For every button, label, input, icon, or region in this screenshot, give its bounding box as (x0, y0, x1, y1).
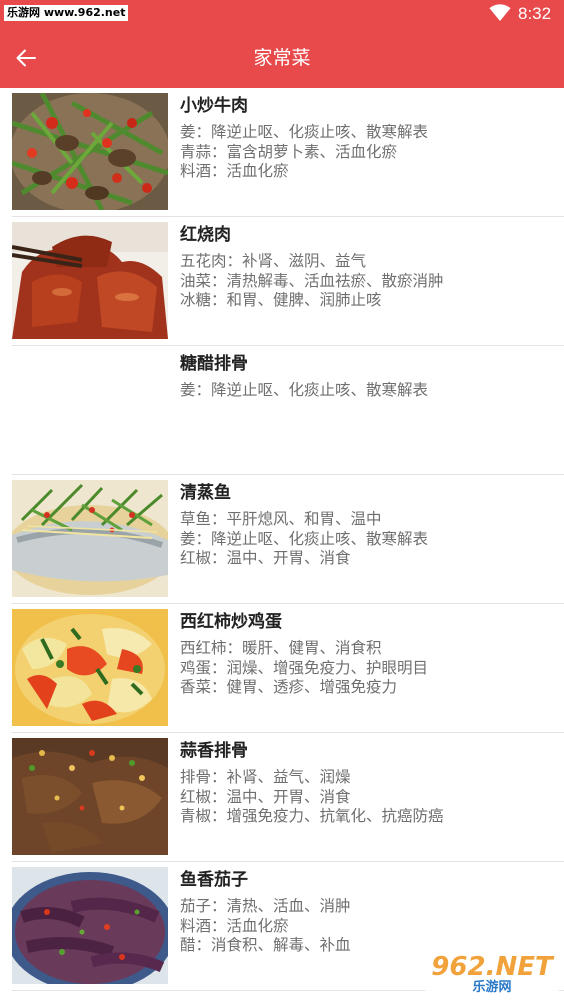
effect-line: 青蒜：富含胡萝卜素、活血化瘀 (180, 142, 398, 161)
list-item[interactable]: 清蒸鱼 草鱼：平肝熄风、和胃、温中 姜：降逆止呕、化痰止咳、散寒解表 红椒：温中… (0, 475, 564, 604)
dish-effects: 姜：降逆止呕、化痰止咳、散寒解表 (180, 381, 428, 401)
dish-name: 红烧肉 (180, 225, 231, 245)
stir-fried-beef-photo (12, 93, 168, 210)
dish-effects: 姜：降逆止呕、化痰止咳、散寒解表 青蒜：富含胡萝卜素、活血化瘀 料酒：活血化瘀 (180, 123, 428, 182)
dish-name: 小炒牛肉 (180, 96, 248, 116)
effect-line: 料酒：活血化瘀 (180, 162, 289, 180)
effect-line: 姜：降逆止呕、化痰止咳、散寒解表 (180, 529, 429, 548)
effect-line: 茄子：清热、活血、消肿 (180, 897, 351, 915)
garlic-ribs-photo (12, 738, 168, 855)
effect-line: 香菜：健胃、透疹、增强免疫力 (180, 678, 398, 696)
watermark-number: 962.NET (431, 952, 553, 982)
effect-line: 料酒：活血化瘀 (180, 916, 289, 935)
recipe-list: 小炒牛肉 姜：降逆止呕、化痰止咳、散寒解表 青蒜：富含胡萝卜素、活血化瘀 料酒：… (0, 88, 564, 991)
effect-line: 醋：消食积、解毒、补血 (180, 936, 351, 954)
eggplant-photo (12, 867, 168, 984)
status-clock: 8:32 (518, 4, 552, 23)
page-title: 家常菜 (253, 47, 311, 69)
effect-line: 姜：降逆止呕、化痰止咳、散寒解表 (180, 123, 429, 141)
list-item[interactable]: 小炒牛肉 姜：降逆止呕、化痰止咳、散寒解表 青蒜：富含胡萝卜素、活血化瘀 料酒：… (0, 88, 564, 217)
dish-effects: 排骨：补肾、益气、润燥 红椒：温中、开胃、消食 青椒：增强免疫力、抗氧化、抗癌防… (180, 768, 444, 827)
wifi-icon (489, 4, 511, 21)
effect-line: 油菜：清热解毒、活血祛瘀、散瘀消肿 (180, 271, 444, 290)
effect-line: 草鱼：平肝熄风、和胃、温中 (180, 510, 382, 528)
effect-line: 冰糖：和胃、健脾、润肺止咳 (180, 291, 382, 309)
effect-line: 红椒：温中、开胃、消食 (180, 549, 351, 567)
effect-line: 五花肉：补肾、滋阴、益气 (180, 252, 367, 270)
status-bar: 乐游网 www.962.net 8:32 (0, 0, 564, 30)
effect-line: 鸡蛋：润燥、增强免疫力、护眼明目 (180, 658, 429, 677)
dish-name: 糖醋排骨 (180, 354, 248, 374)
app-bar: 乐游网 www.962.net 8:32 家常菜 (0, 0, 564, 88)
effect-line: 排骨：补肾、益气、润燥 (180, 768, 351, 786)
dish-effects: 茄子：清热、活血、消肿 料酒：活血化瘀 醋：消食积、解毒、补血 (180, 897, 351, 956)
dish-name: 蒜香排骨 (180, 741, 248, 761)
effect-line: 西红柿：暖肝、健胃、消食积 (180, 639, 382, 657)
braised-pork-photo (12, 222, 168, 339)
list-item[interactable]: 蒜香排骨 排骨：补肾、益气、润燥 红椒：温中、开胃、消食 青椒：增强免疫力、抗氧… (0, 733, 564, 862)
steamed-fish-photo (12, 480, 168, 597)
effect-line: 姜：降逆止呕、化痰止咳、散寒解表 (180, 381, 429, 399)
dish-effects: 草鱼：平肝熄风、和胃、温中 姜：降逆止呕、化痰止咳、散寒解表 红椒：温中、开胃、… (180, 510, 428, 569)
tomato-egg-photo (12, 609, 168, 726)
dish-name: 西红柿炒鸡蛋 (180, 612, 282, 632)
dish-effects: 五花肉：补肾、滋阴、益气 油菜：清热解毒、活血祛瘀、散瘀消肿 冰糖：和胃、健脾、… (180, 252, 444, 311)
effect-line: 青椒：增强免疫力、抗氧化、抗癌防癌 (180, 807, 444, 825)
dish-effects: 西红柿：暖肝、健胃、消食积 鸡蛋：润燥、增强免疫力、护眼明目 香菜：健胃、透疹、… (180, 639, 428, 698)
dish-name: 清蒸鱼 (180, 483, 231, 503)
watermark-label: 乐游网 www.962.net (4, 5, 129, 21)
watermark-logo: 962.NET 乐游网 (425, 950, 559, 1000)
list-item[interactable]: 糖醋排骨 姜：降逆止呕、化痰止咳、散寒解表 (0, 346, 564, 475)
dish-name: 鱼香茄子 (180, 870, 248, 890)
watermark-name: 乐游网 (472, 980, 512, 995)
effect-line: 红椒：温中、开胃、消食 (180, 787, 351, 806)
list-item[interactable]: 西红柿炒鸡蛋 西红柿：暖肝、健胃、消食积 鸡蛋：润燥、增强免疫力、护眼明目 香菜… (0, 604, 564, 733)
list-item[interactable]: 红烧肉 五花肉：补肾、滋阴、益气 油菜：清热解毒、活血祛瘀、散瘀消肿 冰糖：和胃… (0, 217, 564, 346)
